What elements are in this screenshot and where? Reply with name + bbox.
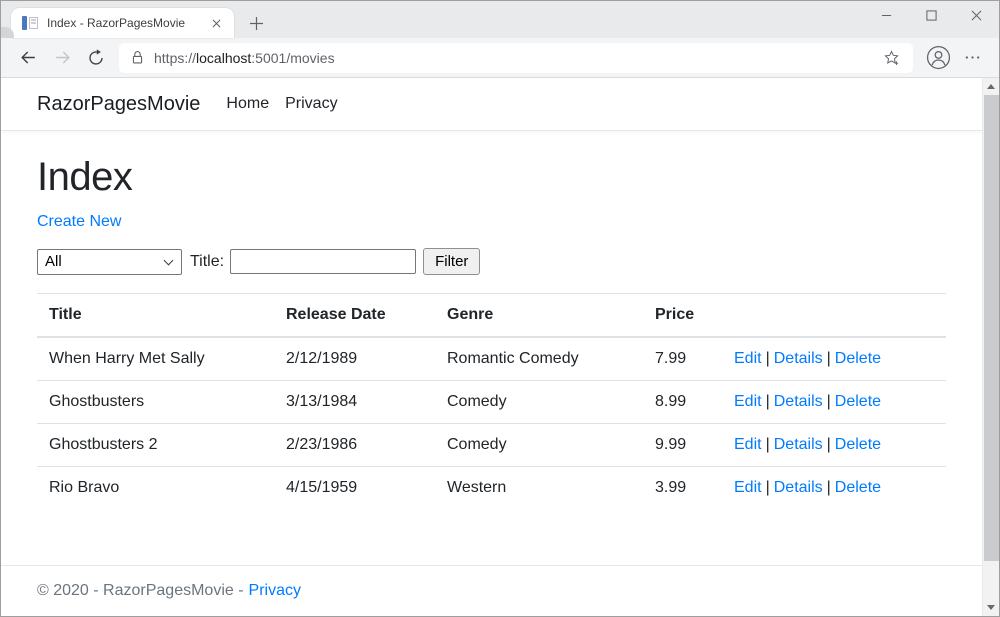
- tab-title: Index - RazorPagesMovie: [47, 16, 207, 30]
- movie-release-date-cell: 2/23/1986: [274, 424, 435, 467]
- browser-tab[interactable]: Index - RazorPagesMovie: [11, 8, 234, 38]
- scrollbar-up-button[interactable]: [983, 78, 999, 95]
- delete-link[interactable]: Delete: [835, 479, 881, 496]
- details-link[interactable]: Details: [774, 393, 823, 410]
- lock-icon: [131, 50, 144, 65]
- window-close-icon[interactable]: [954, 1, 999, 30]
- back-icon[interactable]: [11, 41, 45, 75]
- url-scheme: https://: [154, 50, 196, 66]
- action-separator: |: [766, 436, 770, 453]
- page-title: Index: [37, 155, 946, 200]
- filter-form: All Title: Filter: [37, 248, 946, 275]
- browser-tab-strip: Index - RazorPagesMovie: [1, 1, 999, 38]
- scrollbar-down-button[interactable]: [983, 599, 999, 616]
- scrollbar-thumb[interactable]: [984, 95, 999, 561]
- movie-release-date-cell: 4/15/1959: [274, 467, 435, 510]
- movie-price-cell: 3.99: [643, 467, 722, 510]
- movie-title-cell: Ghostbusters: [37, 381, 274, 424]
- action-separator: |: [827, 479, 831, 496]
- table-row: Rio Bravo 4/15/1959 Western 3.99 Edit|De…: [37, 467, 946, 510]
- movie-actions-cell: Edit|Details|Delete: [722, 424, 946, 467]
- table-row: Ghostbusters 2 2/23/1986 Comedy 9.99 Edi…: [37, 424, 946, 467]
- action-separator: |: [827, 350, 831, 367]
- footer-privacy-link[interactable]: Privacy: [249, 582, 301, 600]
- header-price: Price: [643, 294, 722, 338]
- vertical-scrollbar[interactable]: [982, 78, 999, 616]
- main-content: Index Create New All Title: Filter: [1, 131, 982, 509]
- movie-genre-cell: Comedy: [435, 424, 643, 467]
- refresh-icon[interactable]: [79, 41, 113, 75]
- movie-title-cell: Ghostbusters 2: [37, 424, 274, 467]
- movie-actions-cell: Edit|Details|Delete: [722, 381, 946, 424]
- url-text: https://localhost:5001/movies: [154, 50, 335, 66]
- address-bar[interactable]: https://localhost:5001/movies: [119, 43, 913, 73]
- movie-title-cell: Rio Bravo: [37, 467, 274, 510]
- forward-icon[interactable]: [45, 41, 79, 75]
- action-separator: |: [766, 350, 770, 367]
- site-nav: Home Privacy: [218, 95, 345, 113]
- details-link[interactable]: Details: [774, 436, 823, 453]
- minimize-icon[interactable]: [864, 1, 909, 30]
- details-link[interactable]: Details: [774, 350, 823, 367]
- movie-genre-cell: Western: [435, 467, 643, 510]
- genre-select[interactable]: All: [37, 249, 182, 275]
- action-separator: |: [827, 436, 831, 453]
- tab-close-icon[interactable]: [207, 14, 225, 32]
- movie-release-date-cell: 2/12/1989: [274, 337, 435, 381]
- window-controls: [864, 1, 999, 30]
- details-link[interactable]: Details: [774, 479, 823, 496]
- action-separator: |: [766, 393, 770, 410]
- header-title: Title: [37, 294, 274, 338]
- web-page: RazorPagesMovie Home Privacy Index Creat…: [1, 78, 999, 616]
- header-genre: Genre: [435, 294, 643, 338]
- movie-genre-cell: Comedy: [435, 381, 643, 424]
- browser-toolbar: https://localhost:5001/movies: [1, 38, 999, 78]
- delete-link[interactable]: Delete: [835, 436, 881, 453]
- triangle-down-icon: [987, 605, 995, 610]
- table-row: Ghostbusters 3/13/1984 Comedy 8.99 Edit|…: [37, 381, 946, 424]
- person-icon[interactable]: [921, 41, 955, 75]
- table-row: When Harry Met Sally 2/12/1989 Romantic …: [37, 337, 946, 381]
- star-add-icon[interactable]: [877, 44, 905, 72]
- edit-link[interactable]: Edit: [734, 436, 762, 453]
- filter-button[interactable]: Filter: [423, 248, 480, 275]
- brand-link[interactable]: RazorPagesMovie: [37, 93, 200, 116]
- delete-link[interactable]: Delete: [835, 393, 881, 410]
- maximize-icon[interactable]: [909, 1, 954, 30]
- document-icon: [22, 16, 38, 31]
- nav-link-privacy[interactable]: Privacy: [277, 95, 345, 113]
- movie-actions-cell: Edit|Details|Delete: [722, 337, 946, 381]
- table-header-row: Title Release Date Genre Price: [37, 294, 946, 338]
- edit-link[interactable]: Edit: [734, 350, 762, 367]
- movie-actions-cell: Edit|Details|Delete: [722, 467, 946, 510]
- create-new-link[interactable]: Create New: [37, 213, 121, 231]
- movie-price-cell: 8.99: [643, 381, 722, 424]
- movie-price-cell: 7.99: [643, 337, 722, 381]
- movie-release-date-cell: 3/13/1984: [274, 381, 435, 424]
- edit-link[interactable]: Edit: [734, 479, 762, 496]
- browser-window: Index - RazorPagesMovie: [0, 0, 1000, 617]
- copyright-text: © 2020 - RazorPagesMovie -: [37, 582, 244, 600]
- site-footer: © 2020 - RazorPagesMovie - Privacy: [1, 565, 982, 616]
- movie-genre-cell: Romantic Comedy: [435, 337, 643, 381]
- title-filter-input[interactable]: [230, 249, 416, 274]
- edit-link[interactable]: Edit: [734, 393, 762, 410]
- movies-table: Title Release Date Genre Price When Harr…: [37, 293, 946, 509]
- action-separator: |: [827, 393, 831, 410]
- nav-link-home[interactable]: Home: [218, 95, 277, 113]
- url-path: :5001/movies: [251, 50, 334, 66]
- header-actions: [722, 294, 946, 338]
- site-navbar: RazorPagesMovie Home Privacy: [1, 78, 982, 131]
- triangle-up-icon: [987, 84, 995, 89]
- movie-title-cell: When Harry Met Sally: [37, 337, 274, 381]
- url-host: localhost: [196, 50, 251, 66]
- movie-price-cell: 9.99: [643, 424, 722, 467]
- delete-link[interactable]: Delete: [835, 350, 881, 367]
- title-filter-label: Title:: [190, 253, 224, 271]
- new-tab-icon[interactable]: [242, 9, 270, 37]
- ellipsis-icon[interactable]: [955, 41, 989, 75]
- header-release-date: Release Date: [274, 294, 435, 338]
- action-separator: |: [766, 479, 770, 496]
